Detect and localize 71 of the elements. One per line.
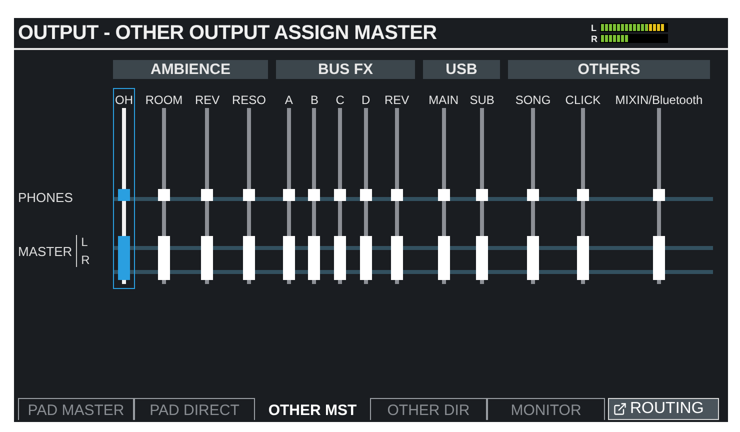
phones-knob[interactable] bbox=[360, 189, 372, 201]
channel-strip[interactable]: A bbox=[280, 88, 298, 289]
master-knob[interactable] bbox=[201, 236, 214, 280]
channel-strip[interactable]: ROOM bbox=[143, 88, 185, 289]
group-header: BUS FX bbox=[276, 60, 415, 79]
phones-knob[interactable] bbox=[242, 189, 255, 201]
phones-knob[interactable] bbox=[526, 189, 539, 201]
channel-strip[interactable]: B bbox=[305, 88, 324, 289]
tab[interactable]: OTHER MST bbox=[255, 398, 370, 420]
phones-knob[interactable] bbox=[476, 189, 488, 201]
channel-label: D bbox=[361, 92, 370, 108]
master-knob[interactable] bbox=[390, 236, 403, 280]
group-header: OTHERS bbox=[508, 60, 710, 79]
phones-knob[interactable] bbox=[282, 189, 295, 201]
channel-side-label: R bbox=[81, 253, 90, 267]
channel-label: MIXIN/Bluetooth bbox=[615, 92, 703, 108]
channel-strip[interactable]: SUB bbox=[468, 88, 496, 289]
phones-knob[interactable] bbox=[158, 189, 170, 201]
phones-knob[interactable] bbox=[334, 189, 346, 201]
channel-label: CLICK bbox=[565, 92, 601, 108]
master-knob[interactable] bbox=[526, 236, 539, 280]
tab[interactable]: PAD DIRECT bbox=[134, 398, 255, 420]
channel-strip[interactable]: C bbox=[331, 88, 350, 289]
master-knob[interactable] bbox=[158, 236, 170, 280]
phones-knob[interactable] bbox=[576, 189, 589, 201]
master-knob[interactable] bbox=[282, 236, 295, 280]
master-knob[interactable] bbox=[308, 236, 320, 280]
master-knob[interactable] bbox=[334, 236, 346, 280]
tab[interactable]: PAD MASTER bbox=[18, 398, 134, 420]
external-link-icon bbox=[613, 402, 627, 416]
master-knob[interactable] bbox=[242, 236, 255, 280]
window-title: OUTPUT - OTHER OUTPUT ASSIGN MASTER bbox=[18, 22, 437, 44]
channel-side-label: L bbox=[81, 235, 89, 249]
channel-label: REV bbox=[384, 92, 410, 108]
phones-knob[interactable] bbox=[652, 189, 665, 201]
channel-strip[interactable]: CLICK bbox=[563, 88, 603, 289]
channel-label: SUB bbox=[470, 92, 494, 108]
master-knob[interactable] bbox=[576, 236, 589, 280]
channel-label: A bbox=[284, 92, 293, 108]
phones-knob[interactable] bbox=[390, 189, 403, 201]
channel-strip[interactable]: D bbox=[356, 88, 375, 289]
group-header: USB bbox=[423, 60, 500, 79]
meter-label: R bbox=[591, 34, 598, 44]
group-header: AMBIENCE bbox=[113, 60, 268, 79]
channel-strip[interactable]: MIXIN/Bluetooth bbox=[613, 88, 705, 289]
channel-label: ROOM bbox=[145, 92, 183, 108]
channel-strip[interactable]: MAIN bbox=[426, 88, 461, 289]
channel-strip[interactable]: SONG bbox=[513, 88, 553, 289]
channel-label: RESO bbox=[232, 92, 266, 108]
routing-button[interactable]: ROUTING bbox=[608, 398, 719, 420]
channel-label: REV bbox=[194, 92, 220, 108]
phones-knob[interactable] bbox=[438, 189, 450, 201]
channel-label: C bbox=[336, 92, 344, 108]
master-knob[interactable] bbox=[476, 236, 488, 280]
channel-strip[interactable]: REV bbox=[192, 88, 222, 289]
master-knob[interactable] bbox=[360, 236, 372, 280]
tab[interactable]: MONITOR bbox=[487, 398, 605, 420]
row-label: MASTER bbox=[18, 244, 72, 258]
channel-strip[interactable]: REV bbox=[382, 88, 412, 289]
master-knob[interactable] bbox=[652, 236, 665, 280]
channel-label: MAIN bbox=[428, 92, 459, 108]
phones-knob[interactable] bbox=[201, 189, 214, 201]
channel-label: SONG bbox=[515, 92, 551, 108]
row-label: PHONES bbox=[18, 190, 73, 205]
phones-knob[interactable] bbox=[308, 189, 320, 201]
channel-label: B bbox=[310, 92, 318, 108]
channel-label: OH bbox=[115, 92, 133, 108]
master-knob[interactable] bbox=[438, 236, 450, 280]
channel-strip[interactable]: RESO bbox=[230, 88, 268, 289]
tab[interactable]: OTHER DIR bbox=[370, 398, 487, 420]
meter-label: L bbox=[591, 22, 598, 32]
